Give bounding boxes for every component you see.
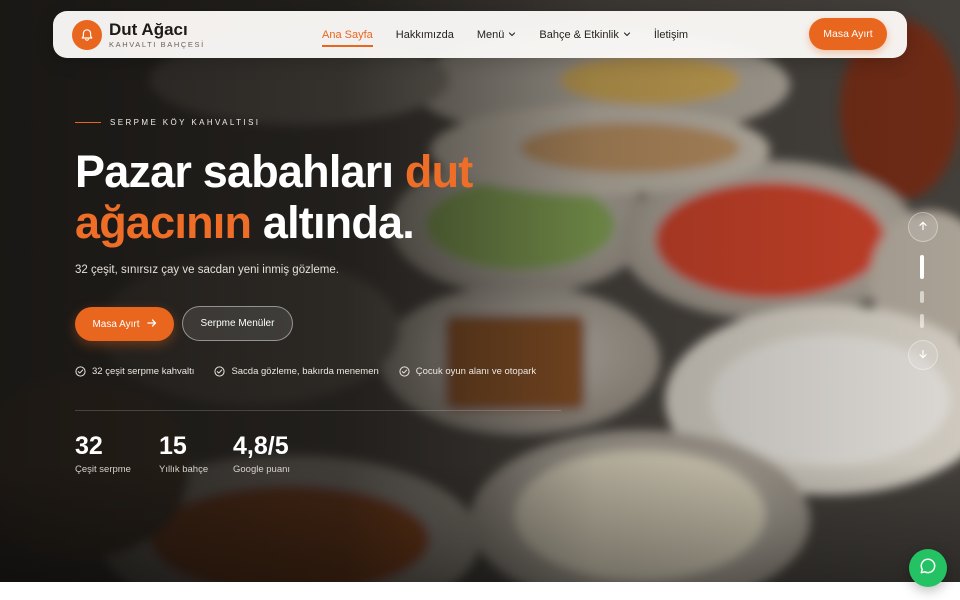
feature-text: Sacda gözleme, bakırda menemen [231,366,379,377]
stat-label: Çeşit serpme [75,464,131,475]
stat-item: 4,8/5 Google puanı [233,432,323,475]
nav-item-label: İletişim [653,28,689,41]
slide-indicator[interactable] [920,314,924,328]
nav-item-label: Menü [476,28,505,41]
stat-item: 32 Çeşit serpme [75,432,159,475]
nav-item-about[interactable]: Hakkımızda [396,29,454,41]
nav-reserve-button[interactable]: Masa Ayırt [809,18,887,50]
feature-item: Çocuk oyun alanı ve otopark [399,366,536,377]
hero-section: SERPME KÖY KAHVALTISI Pazar sabahları du… [0,0,960,582]
nav-item-label: Ana Sayfa [322,28,373,41]
feature-item: Sacda gözleme, bakırda menemen [214,366,379,377]
brand-text: Dut Ağacı KAHVALTI BAHÇESİ [109,21,205,49]
reserve-table-button-label: Masa Ayırt [92,318,140,330]
stat-value: 32 [75,432,103,460]
feature-text: Çocuk oyun alanı ve otopark [415,366,537,377]
stat-label: Google puanı [233,464,291,475]
headline-accent-2: ağacının [75,197,252,248]
stats-divider [75,410,561,411]
stat-item: 15 Yıllık bahçe [159,432,233,475]
headline-part-2: altında. [251,197,415,248]
whatsapp-chat-button[interactable] [909,549,947,587]
slide-prev-button[interactable] [908,212,938,242]
whatsapp-icon [919,557,937,580]
slide-indicator-active[interactable] [920,255,924,279]
arrow-right-icon [146,318,157,331]
nav-item-home[interactable]: Ana Sayfa [322,28,373,47]
nav-item-garden-events[interactable]: Bahçe & Etkinlik [539,29,630,41]
arrow-up-icon [918,218,928,236]
main-nav: Ana Sayfa Hakkımızda Menü Bahçe & Etkinl… [322,11,711,58]
eyebrow-text: SERPME KÖY KAHVALTISI [110,118,261,127]
feature-item: 32 çeşit serpme kahvaltı [75,366,194,377]
stat-label: Yıllık bahçe [159,464,209,475]
stat-value: 15 [159,432,187,460]
chevron-down-icon [623,29,631,41]
headline-part-1: Pazar sabahları [75,146,405,197]
brand-tagline: KAHVALTI BAHÇESİ [109,40,205,49]
check-circle-icon [399,366,410,377]
slide-next-button[interactable] [908,340,938,370]
feature-text: 32 çeşit serpme kahvaltı [92,366,195,377]
nav-item-contact[interactable]: İletişim [654,29,688,41]
brand-logo[interactable]: Dut Ağacı KAHVALTI BAHÇESİ [72,20,205,50]
check-circle-icon [214,366,226,377]
brand-name: Dut Ağacı [109,20,188,39]
hero-eyebrow: SERPME KÖY KAHVALTISI [75,118,260,127]
slide-indicator[interactable] [920,291,924,303]
stat-value: 4,8/5 [233,432,289,460]
top-navbar: Dut Ağacı KAHVALTI BAHÇESİ Ana Sayfa Hak… [53,11,907,58]
serpme-menus-button[interactable]: Serpme Menüler [182,306,293,341]
hero-bottom-fade [0,462,960,582]
nav-item-label: Bahçe & Etkinlik [539,28,619,41]
hero-lead: 32 çeşit, sınırsız çay ve sacdan yeni in… [75,264,339,276]
check-circle-icon [75,366,86,377]
hero-headline: Pazar sabahları dut ağacının altında. [75,146,555,248]
eyebrow-rule [75,122,101,123]
stats-row: 32 Çeşit serpme 15 Yıllık bahçe 4,8/5 Go… [75,432,323,475]
chevron-down-icon [508,29,516,41]
reserve-table-button[interactable]: Masa Ayırt [75,307,174,341]
nav-item-menu[interactable]: Menü [477,29,517,41]
bell-icon [72,20,102,50]
arrow-down-icon [918,346,928,364]
nav-item-label: Hakkımızda [395,28,454,41]
feature-list: 32 çeşit serpme kahvaltı Sacda gözleme, … [75,366,556,377]
headline-accent-1: dut [404,146,473,197]
